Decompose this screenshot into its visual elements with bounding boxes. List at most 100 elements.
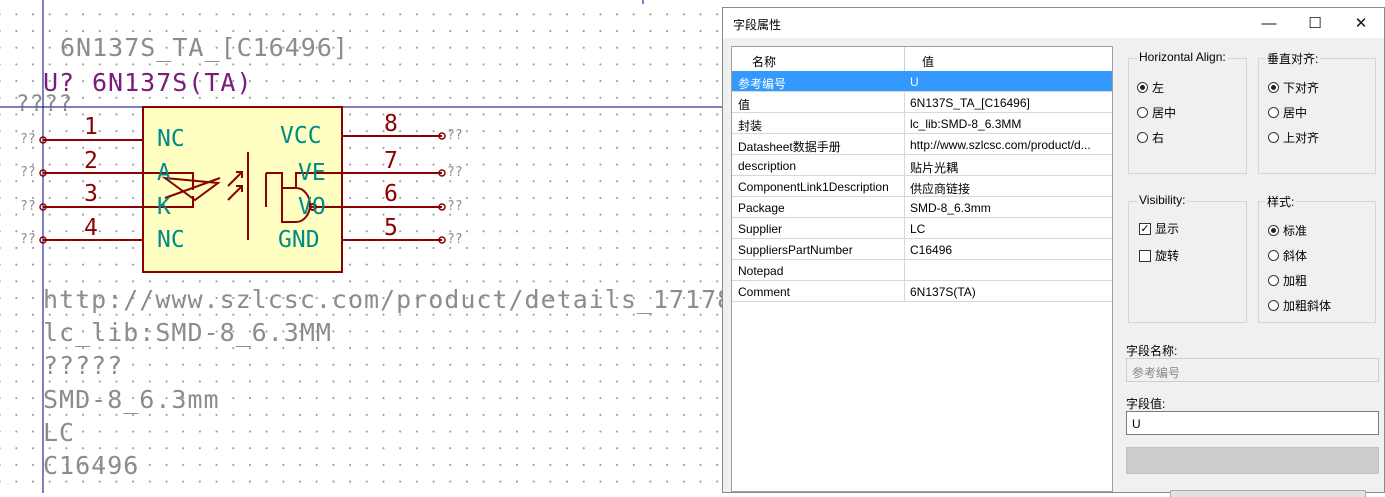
valign-center-radio[interactable]: 居中 — [1268, 104, 1307, 121]
field-name-cell[interactable]: SuppliersPartNumber — [738, 243, 904, 257]
pin-label-nc-1: NC — [157, 126, 185, 152]
field-properties-dialog: 字段属性 — ☐ ✕ 名称 值 参考编号 U 值 6N137S_TA_[C16496]… — [722, 7, 1385, 497]
pin-number-8: 8 — [384, 111, 398, 137]
pin-label-vcc: VCC — [280, 123, 322, 149]
radio-icon — [1268, 107, 1279, 118]
field-value-cell[interactable]: 贴片光耦 — [910, 159, 1110, 176]
style-italic-radio[interactable]: 斜体 — [1268, 247, 1307, 264]
table-row[interactable]: ComponentLink1Description 供应商链接 — [732, 176, 1112, 197]
checkbox-checked-icon: ✓ — [1139, 222, 1151, 235]
pin-number-3: 3 — [84, 181, 98, 207]
field-value-cell[interactable]: 6N137S(TA) — [910, 285, 1110, 299]
table-row[interactable]: Package SMD-8_6.3mm — [732, 197, 1112, 218]
radio-icon — [1137, 132, 1148, 143]
pin-number-5: 5 — [384, 215, 398, 241]
dialog-title: 字段属性 — [733, 18, 782, 32]
field-footprint[interactable]: lc_lib:SMD-8_6.3MM — [43, 318, 332, 347]
field-name-cell[interactable]: Datasheet数据手册 — [738, 138, 904, 155]
field-name-cell[interactable]: description — [738, 159, 904, 173]
field-name-cell[interactable]: Comment — [738, 285, 904, 299]
pin-number-1: 1 — [84, 114, 98, 140]
field-name-cell[interactable]: ComponentLink1Description — [738, 180, 904, 194]
field-name-label: 字段名称: — [1126, 344, 1178, 358]
radio-icon — [1268, 275, 1279, 286]
ref-unknown-text: ???? — [16, 92, 73, 117]
maximize-button[interactable]: ☐ — [1292, 8, 1338, 38]
pin-number-2: 2 — [84, 148, 98, 174]
field-value-cell[interactable]: 供应商链接 — [910, 180, 1110, 197]
field-datasheet[interactable]: http://www.szlcsc.com/product/details_17… — [43, 285, 725, 314]
rotate-checkbox[interactable]: 旋转 — [1139, 247, 1179, 264]
style-title: 样式: — [1265, 193, 1297, 210]
net-label-pin8: ?? — [447, 128, 463, 143]
pin-label-vo: VO — [298, 194, 326, 220]
component-value[interactable]: 6N137S(TA) — [92, 68, 253, 97]
net-label-pin4: ?? — [20, 232, 36, 247]
field-unknown[interactable]: ????? — [43, 351, 123, 380]
table-row[interactable]: 封装 lc_lib:SMD-8_6.3MM — [732, 113, 1112, 134]
field-part-number[interactable]: C16496 — [43, 451, 139, 480]
radio-icon — [1268, 132, 1279, 143]
field-value-cell[interactable]: SMD-8_6.3mm — [910, 201, 1110, 215]
field-name-cell[interactable]: 参考编号 — [738, 75, 904, 92]
minimize-button[interactable]: — — [1246, 8, 1292, 38]
valign-bottom-radio[interactable]: 下对齐 — [1268, 79, 1319, 96]
visibility-title: Visibility: — [1137, 193, 1188, 207]
table-row[interactable]: Supplier LC — [732, 218, 1112, 239]
dialog-titlebar[interactable]: 字段属性 — ☐ ✕ — [723, 8, 1384, 38]
table-row[interactable]: Notepad — [732, 260, 1112, 281]
field-value-cell[interactable]: LC — [910, 222, 1110, 236]
field-name-cell[interactable]: Package — [738, 201, 904, 215]
pin-label-nc-4: NC — [157, 227, 185, 253]
net-label-pin5: ?? — [447, 232, 463, 247]
pin-label-gnd: GND — [278, 227, 320, 253]
halign-center-radio[interactable]: 居中 — [1137, 104, 1176, 121]
field-package[interactable]: SMD-8_6.3mm — [43, 385, 220, 414]
checkbox-icon — [1139, 249, 1151, 262]
net-label-pin3: ?? — [20, 199, 36, 214]
field-value-input[interactable]: U — [1126, 411, 1379, 435]
fields-table[interactable]: 名称 值 参考编号 U 值 6N137S_TA_[C16496] 封装 lc_lib:SM… — [731, 46, 1113, 492]
schematic-canvas[interactable]: 6N137S_TA_[C16496] U? 6N137S(TA) ???? NC… — [0, 0, 725, 493]
pin-label-k: K — [157, 194, 171, 220]
table-row[interactable]: Datasheet数据手册 http://www.szlcsc.com/produ… — [732, 134, 1112, 155]
radio-icon — [1268, 300, 1279, 311]
pin-label-ve: VE — [298, 160, 326, 186]
field-value-label: 字段值: — [1126, 397, 1166, 411]
halign-right-radio[interactable]: 右 — [1137, 129, 1164, 146]
field-value-cell[interactable]: lc_lib:SMD-8_6.3MM — [910, 117, 1110, 131]
field-supplier[interactable]: LC — [43, 418, 75, 447]
field-name-cell[interactable]: Notepad — [738, 264, 904, 278]
field-value-cell[interactable]: U — [910, 75, 1110, 89]
field-name-cell[interactable]: Supplier — [738, 222, 904, 236]
disabled-button[interactable] — [1126, 447, 1379, 474]
pin-label-a: A — [157, 160, 171, 186]
column-header-value[interactable]: 值 — [922, 53, 934, 70]
field-name-cell[interactable]: 值 — [738, 96, 904, 113]
net-label-pin2: ?? — [20, 165, 36, 180]
field-name-cell[interactable]: 封装 — [738, 117, 904, 134]
table-row[interactable]: 参考编号 U — [732, 71, 1112, 92]
table-row[interactable]: SuppliersPartNumber C16496 — [732, 239, 1112, 260]
valign-top-radio[interactable]: 上对齐 — [1268, 129, 1319, 146]
close-button[interactable]: ✕ — [1338, 8, 1384, 38]
column-header-name[interactable]: 名称 — [752, 53, 776, 70]
symbol-value-text[interactable]: 6N137S_TA_[C16496] — [60, 33, 349, 62]
net-label-pin6: ?? — [447, 199, 463, 214]
ok-button[interactable] — [1170, 490, 1366, 497]
visible-checkbox[interactable]: ✓ 显示 — [1139, 220, 1179, 237]
field-value-cell[interactable]: 6N137S_TA_[C16496] — [910, 96, 1110, 110]
style-bold-radio[interactable]: 加粗 — [1268, 272, 1307, 289]
style-normal-radio[interactable]: 标准 — [1268, 222, 1307, 239]
pin-number-7: 7 — [384, 148, 398, 174]
halign-left-radio[interactable]: 左 — [1137, 79, 1164, 96]
table-header: 名称 值 — [732, 47, 1112, 72]
field-value-cell[interactable]: http://www.szlcsc.com/product/d... — [910, 138, 1110, 152]
radio-icon — [1137, 82, 1148, 93]
table-row[interactable]: 值 6N137S_TA_[C16496] — [732, 92, 1112, 113]
style-bold-italic-radio[interactable]: 加粗斜体 — [1268, 297, 1331, 314]
table-row[interactable]: description 贴片光耦 — [732, 155, 1112, 176]
table-row[interactable]: Comment 6N137S(TA) — [732, 281, 1112, 302]
pin-number-4: 4 — [84, 215, 98, 241]
field-value-cell[interactable]: C16496 — [910, 243, 1110, 257]
